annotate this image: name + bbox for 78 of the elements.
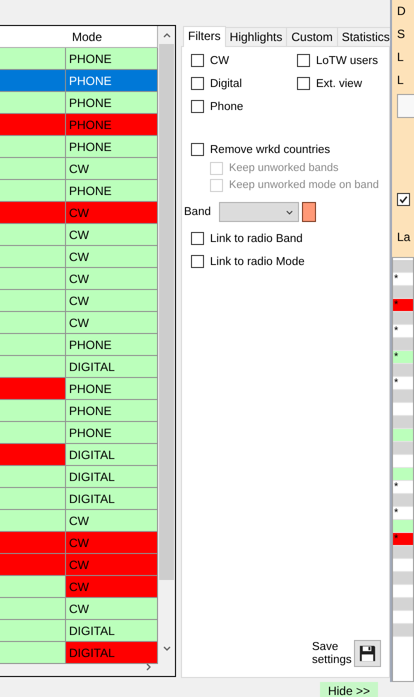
table-cell: PHONE — [66, 48, 158, 70]
input-field[interactable] — [397, 94, 414, 118]
list-row[interactable] — [393, 468, 413, 481]
list-row[interactable]: * — [393, 351, 413, 364]
band-label: Band — [184, 206, 212, 218]
column-header[interactable]: Mode — [66, 26, 158, 48]
checkbox: Keep unworked mode on band — [210, 177, 381, 193]
table-cell: DIGITAL — [66, 466, 158, 488]
table-cell: DIGITAL — [66, 488, 158, 510]
table-cell: PHONE — [66, 70, 158, 92]
table-cell: CW — [66, 246, 158, 268]
checkbox: Keep unworked bands — [210, 160, 381, 176]
list-row[interactable] — [393, 598, 413, 611]
table-cell: PHONE — [66, 334, 158, 356]
tab[interactable]: Filters — [183, 26, 226, 47]
list-row[interactable]: * — [393, 533, 413, 546]
field-label: L — [397, 49, 405, 66]
table-cell: CW — [66, 290, 158, 312]
list-row[interactable]: * — [393, 377, 413, 390]
checkbox[interactable] — [397, 193, 410, 206]
list-row[interactable] — [393, 442, 413, 455]
table-cell: CW — [66, 576, 158, 598]
list-row[interactable]: * — [393, 507, 413, 520]
checkbox[interactable]: CW — [191, 53, 297, 68]
table-cell: CW — [66, 268, 158, 290]
color-swatch[interactable] — [302, 202, 316, 222]
list-row[interactable] — [393, 364, 413, 377]
checkbox[interactable]: Digital — [191, 76, 297, 91]
list-row[interactable] — [393, 390, 413, 403]
list-row[interactable] — [393, 494, 413, 507]
field-label: S — [397, 26, 406, 43]
table-cell: PHONE — [66, 422, 158, 444]
field-label: L — [397, 72, 405, 89]
list-row[interactable]: * — [393, 273, 413, 286]
table-cell: DIGITAL — [66, 356, 158, 378]
save-settings-label: Save settings — [312, 640, 350, 666]
table-cell: PHONE — [66, 400, 158, 422]
table-cell: PHONE — [66, 378, 158, 400]
table-cell: DIGITAL — [66, 620, 158, 642]
list-row[interactable] — [393, 260, 413, 273]
checkbox[interactable]: Ext. view — [297, 76, 378, 91]
table-cell: CW — [66, 224, 158, 246]
list-row[interactable]: * — [393, 299, 413, 312]
table-cell: PHONE — [66, 180, 158, 202]
list-row[interactable] — [393, 429, 413, 442]
checkbox[interactable]: Link to radio Mode — [191, 254, 381, 269]
list-row[interactable]: * — [393, 325, 413, 338]
table-cell: PHONE — [66, 114, 158, 136]
table-cell: CW — [66, 202, 158, 224]
table-cell: CW — [66, 312, 158, 334]
checkbox[interactable]: Link to radio Band — [191, 231, 381, 246]
list-row[interactable] — [393, 416, 413, 429]
table-cell: DIGITAL — [66, 444, 158, 466]
checkbox[interactable]: LoTW users — [297, 53, 378, 68]
list-row[interactable] — [393, 338, 413, 351]
list-row[interactable] — [393, 572, 413, 585]
table-cell: CW — [66, 554, 158, 576]
field-label: D — [397, 3, 407, 20]
checkbox[interactable]: Phone — [191, 99, 297, 114]
list-row[interactable] — [393, 520, 413, 533]
tab[interactable]: Highlights — [224, 27, 288, 46]
scroll-thumb[interactable] — [159, 44, 174, 580]
list-row[interactable] — [393, 286, 413, 299]
table-cell: PHONE — [66, 92, 158, 114]
table-cell: CW — [66, 510, 158, 532]
save-button[interactable] — [354, 640, 381, 667]
table-cell: PHONE — [66, 136, 158, 158]
table-cell: CW — [66, 598, 158, 620]
list-row[interactable] — [393, 624, 413, 637]
list-label: La — [397, 229, 412, 246]
table-cell: CW — [66, 158, 158, 180]
table-cell: CW — [66, 532, 158, 554]
table-cell: DIGITAL — [66, 642, 158, 664]
checkbox[interactable]: Remove wrkd countries — [191, 142, 381, 157]
hide-button[interactable]: Hide >> — [320, 682, 378, 697]
list-row[interactable] — [393, 312, 413, 325]
list-row[interactable] — [393, 546, 413, 559]
list-row[interactable]: * — [393, 481, 413, 494]
